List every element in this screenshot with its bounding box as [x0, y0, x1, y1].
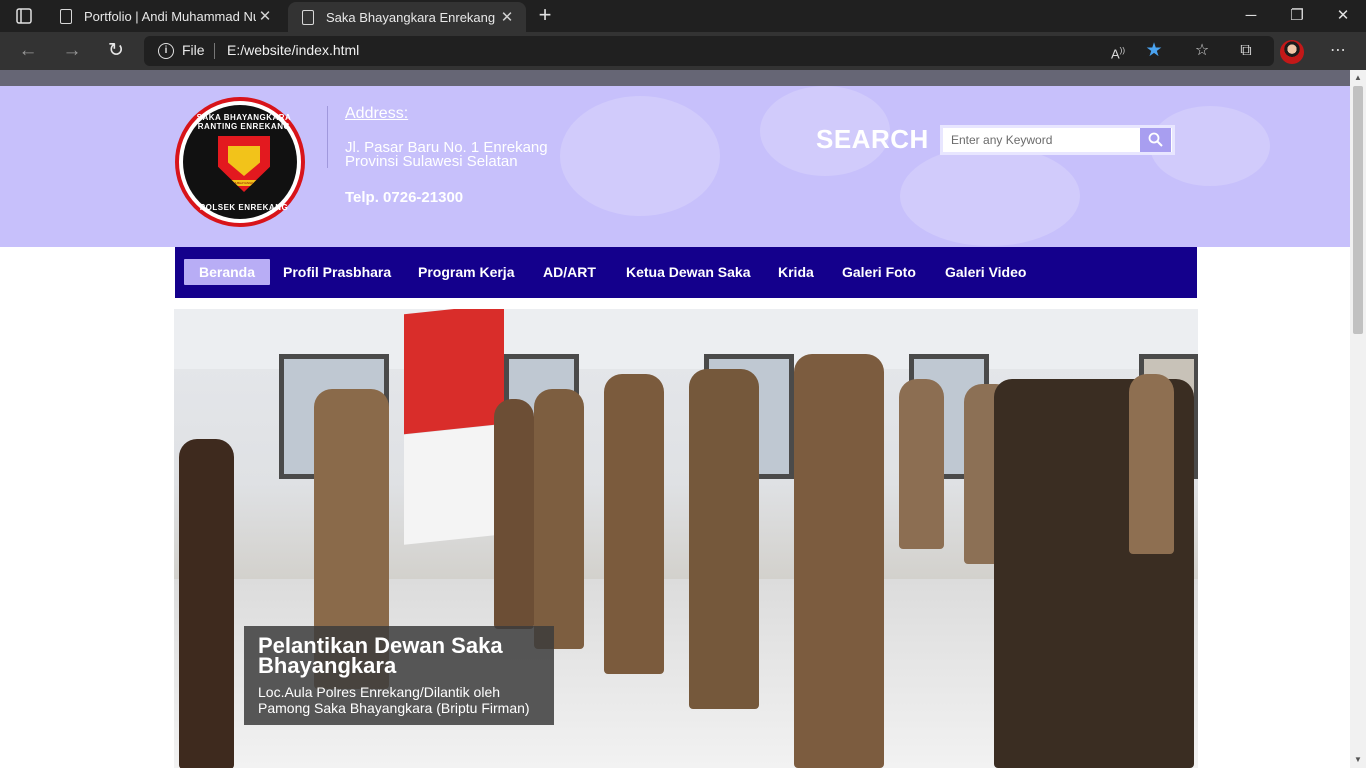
- nav-item-galeri-foto[interactable]: Galeri Foto: [842, 259, 916, 285]
- logo-band-text: SAKA BHAYANGKARA: [228, 181, 260, 185]
- refresh-icon[interactable]: ↻: [103, 39, 129, 63]
- nav-item-beranda[interactable]: Beranda: [184, 259, 271, 285]
- caption-text: Loc.Aula Polres Enrekang/Dilantik oleh P…: [258, 684, 530, 716]
- address-line-2: Provinsi Sulawesi Selatan: [345, 153, 518, 170]
- forward-icon[interactable]: →: [59, 39, 85, 63]
- logo-shield: SAKA BHAYANGKARA: [218, 136, 270, 192]
- tab-close-icon[interactable]: ✕: [498, 8, 516, 26]
- slider-caption: Pelantikan Dewan Saka Bhayangkara Loc.Au…: [244, 626, 554, 725]
- top-strip: [0, 70, 1350, 86]
- minimize-icon[interactable]: ─: [1228, 0, 1274, 32]
- logo-ring: SAKA BHAYANGKARA RANTING ENREKANG POLSEK…: [183, 105, 297, 219]
- address-url[interactable]: E:/website/index.html: [227, 42, 359, 58]
- page-scrollbar[interactable]: ▲ ▼: [1350, 70, 1366, 768]
- main-nav: Beranda Profil Prasbhara Program Kerja A…: [175, 247, 1197, 298]
- browser-toolbar: ← → ↻ i File E:/website/index.html A)) ★…: [0, 32, 1366, 70]
- page-icon: [60, 8, 72, 24]
- close-window-icon[interactable]: ✕: [1320, 0, 1366, 32]
- logo-ring-bottom-text: POLSEK ENREKANG: [199, 203, 289, 212]
- favorites-icon[interactable]: ☆: [1190, 39, 1214, 63]
- search-button[interactable]: [1140, 128, 1171, 152]
- scroll-thumb[interactable]: [1353, 86, 1363, 334]
- restore-icon[interactable]: ❐: [1274, 0, 1320, 32]
- collections-icon[interactable]: ⧉: [1234, 39, 1258, 63]
- page-viewport: SAKA BHAYANGKARA RANTING ENREKANG POLSEK…: [0, 70, 1350, 768]
- search-label: SEARCH: [816, 124, 929, 154]
- profile-avatar[interactable]: [1280, 40, 1304, 64]
- address-title: Address:: [345, 105, 409, 122]
- nav-item-krida[interactable]: Krida: [778, 259, 814, 285]
- scroll-down-icon[interactable]: ▼: [1350, 752, 1366, 768]
- tab-title: Portfolio | Andi Muhammad Nur: [84, 8, 256, 24]
- address-divider: [214, 43, 215, 59]
- tab-title: Saka Bhayangkara Enrekang: [326, 9, 496, 25]
- browser-tab-portfolio[interactable]: Portfolio | Andi Muhammad Nur ✕: [46, 0, 284, 32]
- header-divider: [327, 106, 328, 168]
- info-icon[interactable]: i: [158, 43, 174, 59]
- read-aloud-icon[interactable]: A)): [1106, 39, 1130, 63]
- tab-actions-icon[interactable]: [8, 4, 40, 28]
- address-bar[interactable]: i File E:/website/index.html: [144, 36, 1274, 66]
- search-input[interactable]: [943, 128, 1139, 152]
- search-icon: [1148, 132, 1163, 147]
- flag-image: [404, 309, 504, 435]
- nav-item-profil-prasbhara[interactable]: Profil Prasbhara: [283, 259, 391, 285]
- nav-item-ketua-dewan-saka[interactable]: Ketua Dewan Saka: [626, 259, 751, 285]
- tab-close-icon[interactable]: ✕: [256, 7, 274, 25]
- search-box: [940, 125, 1175, 155]
- caption-title: Pelantikan Dewan Saka Bhayangkara: [258, 633, 503, 678]
- new-tab-icon[interactable]: +: [534, 4, 556, 28]
- browser-tab-saka[interactable]: Saka Bhayangkara Enrekang ✕: [288, 2, 526, 32]
- nav-item-galeri-video[interactable]: Galeri Video: [945, 259, 1026, 285]
- page-icon: [302, 9, 314, 25]
- phone-number: Telp. 0726-21300: [345, 189, 464, 206]
- nav-item-ad-art[interactable]: AD/ART: [543, 259, 596, 285]
- browser-titlebar: Portfolio | Andi Muhammad Nur ✕ Saka Bha…: [0, 0, 1366, 32]
- site-header: SAKA BHAYANGKARA RANTING ENREKANG POLSEK…: [0, 86, 1350, 247]
- hero-slider[interactable]: Pelantikan Dewan Saka Bhayangkara Loc.Au…: [174, 309, 1198, 768]
- more-icon[interactable]: ⋯: [1326, 39, 1350, 63]
- site-logo[interactable]: SAKA BHAYANGKARA RANTING ENREKANG POLSEK…: [175, 97, 305, 227]
- back-icon[interactable]: ←: [15, 39, 41, 63]
- nav-item-program-kerja[interactable]: Program Kerja: [418, 259, 514, 285]
- logo-ring-top-text: SAKA BHAYANGKARA RANTING ENREKANG: [196, 113, 292, 131]
- scroll-up-icon[interactable]: ▲: [1350, 70, 1366, 86]
- address-scheme-label: File: [182, 42, 205, 58]
- favorite-star-icon[interactable]: ★: [1142, 39, 1166, 63]
